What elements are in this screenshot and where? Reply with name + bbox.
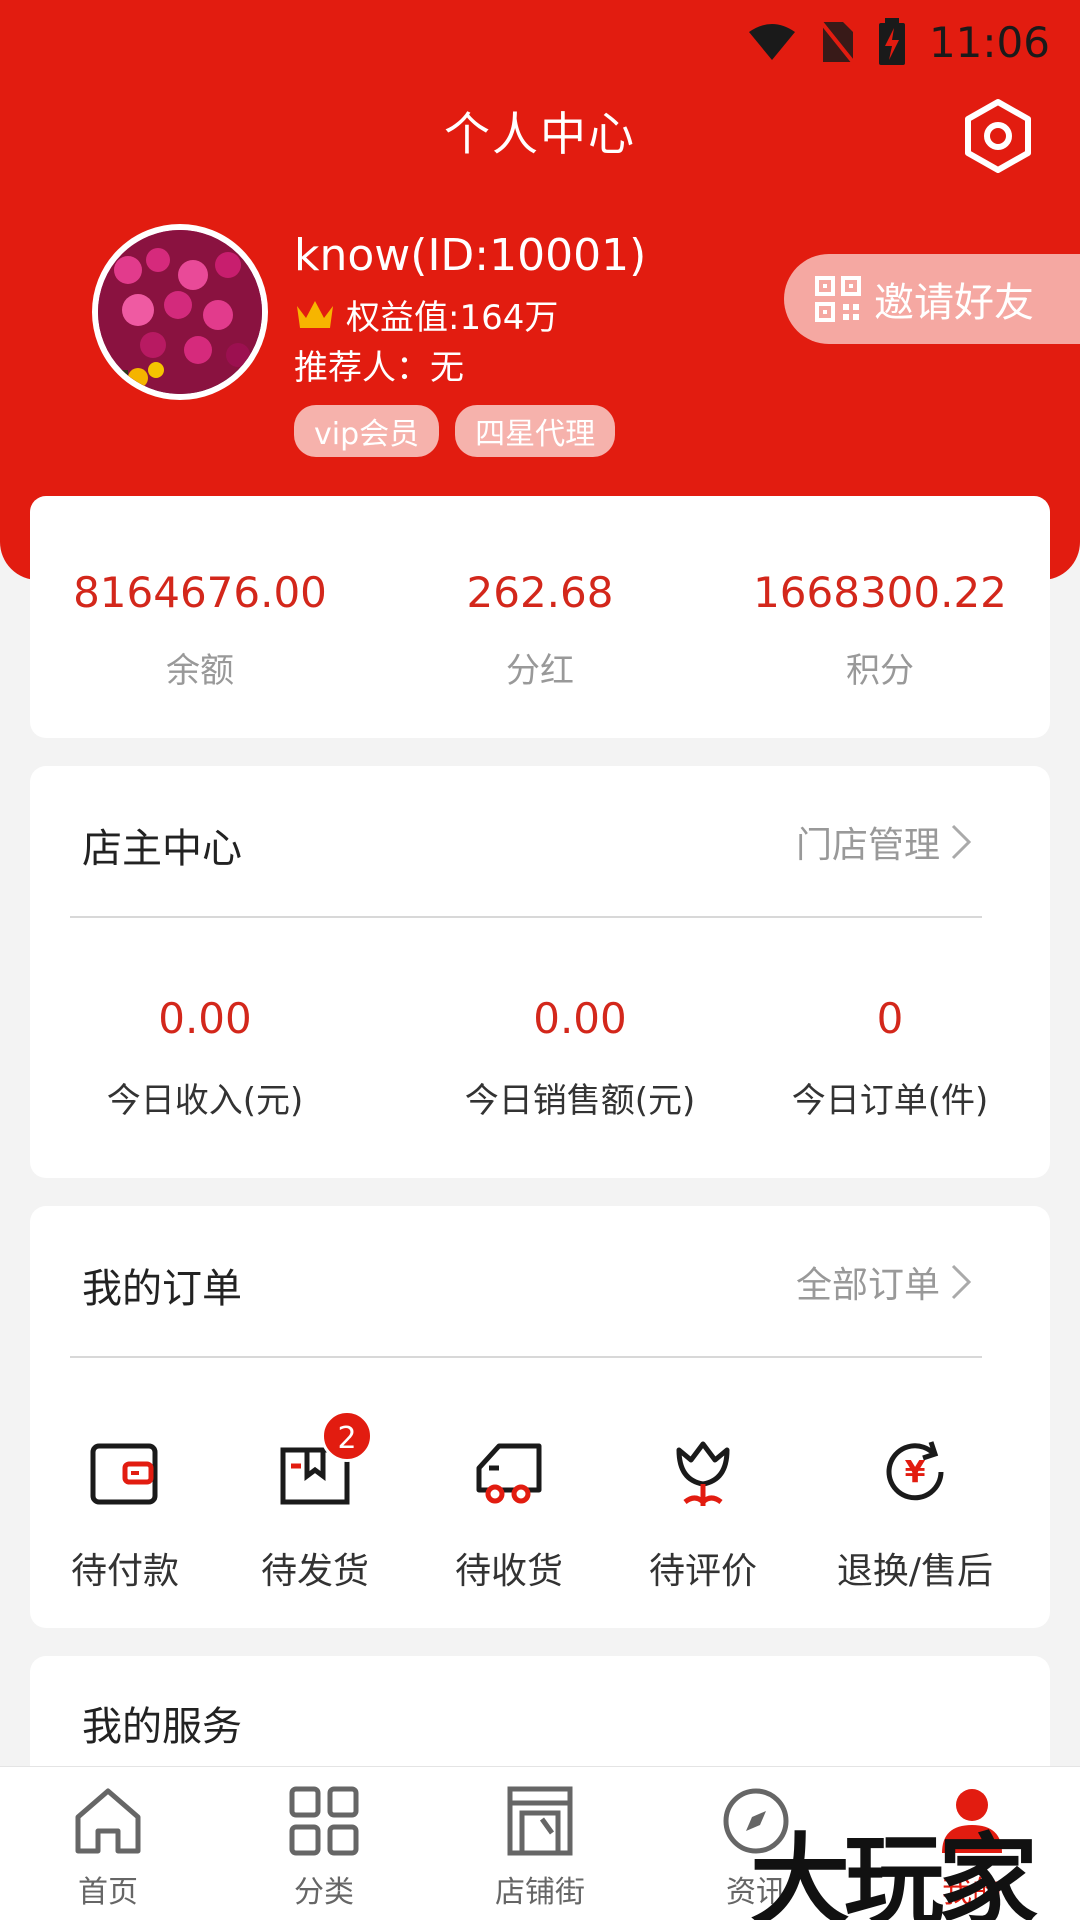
stat-points[interactable]: 1668300.22 积分	[710, 568, 1050, 692]
order-pending-payment[interactable]: 待付款	[30, 1432, 220, 1594]
status-bar: 11:06	[747, 12, 1050, 72]
today-income-label: 今日收入(元)	[106, 1081, 304, 1121]
today-orders-value: 0	[876, 994, 904, 1043]
tag-vip: vip会员	[294, 405, 440, 457]
flower-icon	[676, 1441, 730, 1506]
tab-home-label: 首页	[78, 1875, 138, 1910]
order-pending-review[interactable]: 待评价	[608, 1432, 798, 1594]
refund-icon: ¥	[886, 1441, 944, 1501]
tab-store-street-label: 店铺街	[495, 1875, 585, 1910]
profile-referrer: 推荐人：无	[294, 348, 464, 388]
tab-category-label: 分类	[294, 1875, 354, 1910]
pending-receipt-label: 待收货	[454, 1551, 563, 1592]
points-value: 1668300.22	[753, 568, 1007, 617]
crown-icon	[297, 300, 333, 328]
chevron-right-icon	[951, 1264, 972, 1300]
balance-label: 余额	[166, 651, 234, 691]
kpi-today-sales: 0.00 今日销售额(元)	[430, 994, 730, 1122]
today-sales-value: 0.00	[533, 994, 627, 1043]
truck-icon	[476, 1443, 542, 1504]
pending-shipment-badge: 2	[321, 1410, 373, 1462]
divider	[70, 1356, 982, 1358]
profile-rights: 权益值:164万	[294, 290, 558, 339]
home-icon	[75, 1788, 141, 1854]
profile-name: know(ID:10001)	[294, 230, 647, 281]
profile-tags: vip会员 四星代理	[294, 405, 616, 457]
order-pending-shipment[interactable]: 2 待发货	[220, 1410, 410, 1594]
today-sales-label: 今日销售额(元)	[464, 1081, 696, 1121]
settings-icon[interactable]	[960, 98, 1036, 174]
order-refund-aftersale[interactable]: ¥ 退换/售后	[820, 1432, 1010, 1594]
status-time: 11:06	[928, 17, 1050, 67]
balance-value: 8164676.00	[73, 568, 327, 617]
invite-friends-button[interactable]: 邀请好友	[784, 254, 1080, 344]
store-management-link[interactable]: 门店管理	[796, 816, 972, 868]
tag-agent-level: 四星代理	[455, 405, 616, 457]
tab-home[interactable]: 首页	[28, 1783, 188, 1911]
dividend-value: 262.68	[466, 568, 614, 617]
wallet-icon	[90, 1443, 158, 1505]
pending-shipment-label: 待发货	[260, 1551, 369, 1592]
stat-dividend[interactable]: 262.68 分红	[370, 568, 710, 692]
no-sim-icon	[819, 20, 855, 64]
chevron-right-icon	[951, 824, 972, 860]
points-label: 积分	[846, 651, 914, 691]
wifi-icon	[748, 24, 795, 60]
dividend-label: 分红	[506, 651, 574, 691]
my-services-title: 我的服务	[82, 1704, 242, 1750]
my-orders-card: 我的订单 全部订单 待付款 2 待发货 待收货 待评价 ¥ 退换/售后	[30, 1206, 1050, 1628]
battery-charging-icon	[878, 18, 905, 65]
pending-payment-label: 待付款	[70, 1551, 179, 1592]
grid-icon	[289, 1786, 359, 1856]
qr-code-icon	[815, 276, 861, 322]
pending-review-label: 待评价	[648, 1551, 757, 1592]
tab-category[interactable]: 分类	[244, 1783, 404, 1911]
shop-center-card: 店主中心 门店管理 0.00 今日收入(元) 0.00 今日销售额(元) 0 今…	[30, 766, 1050, 1178]
tab-store-street[interactable]: 店铺街	[460, 1783, 620, 1911]
rights-value: 权益值:164万	[346, 298, 559, 338]
refund-label: 退换/售后	[836, 1551, 994, 1592]
kpi-today-income: 0.00 今日收入(元)	[80, 994, 330, 1122]
divider	[70, 916, 982, 918]
kpi-today-orders: 0 今日订单(件)	[770, 994, 1010, 1122]
stat-balance[interactable]: 8164676.00 余额	[30, 568, 370, 692]
store-icon	[507, 1786, 573, 1856]
watermark: 大玩家	[750, 1823, 1038, 1920]
avatar[interactable]	[92, 224, 268, 400]
today-income-value: 0.00	[158, 994, 252, 1043]
all-orders-link[interactable]: 全部订单	[796, 1256, 972, 1308]
order-pending-receipt[interactable]: 待收货	[414, 1432, 604, 1594]
stats-card: 8164676.00 余额 262.68 分红 1668300.22 积分	[30, 496, 1050, 738]
today-orders-label: 今日订单(件)	[791, 1081, 989, 1121]
invite-label: 邀请好友	[874, 280, 1034, 326]
package-icon-wrap: 2	[275, 1410, 373, 1512]
page-title: 个人中心	[444, 107, 636, 161]
my-orders-title: 我的订单	[82, 1266, 242, 1312]
shop-center-title: 店主中心	[82, 826, 242, 872]
all-orders-label: 全部订单	[795, 1265, 940, 1306]
svg-text:¥: ¥	[905, 1455, 926, 1490]
store-management-label: 门店管理	[795, 825, 940, 866]
avatar-photo	[98, 230, 262, 394]
